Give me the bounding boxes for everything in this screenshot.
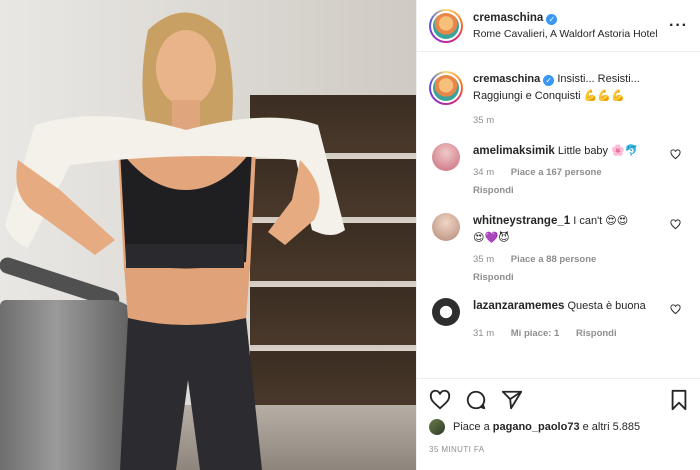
comment-age: 34 m	[473, 167, 495, 178]
likes-suffix[interactable]: e altri 5.885	[583, 421, 640, 433]
post-photo[interactable]	[0, 0, 416, 470]
comment-item: lazanzaramemes Questa è buona 31 m Mi pi…	[429, 298, 689, 342]
verified-icon: ✓	[546, 14, 558, 25]
comment-item: whitneystrange_1 I can't 😍😍 😍💜😈 35 m Pia…	[429, 213, 689, 286]
comment-text: Questa è buona	[567, 300, 646, 312]
liker-username[interactable]: pagano_paolo73	[493, 421, 580, 433]
heart-icon[interactable]	[429, 389, 451, 411]
comment-text: Little baby	[557, 145, 609, 157]
verified-icon: ✓	[543, 75, 555, 86]
post-timestamp: 35 MINUTI FA	[429, 445, 485, 454]
likes-prefix: Piace a	[453, 421, 490, 433]
comment-age: 31 m	[473, 328, 495, 339]
bicep-emoji: 💪💪💪	[583, 90, 625, 102]
comment-item: amelimaksimik Little baby 🌸🐬 34 m Piace …	[429, 143, 689, 199]
bookmark-icon[interactable]	[669, 389, 689, 411]
comment-username[interactable]: whitneystrange_1	[473, 215, 570, 227]
comments-list: cremaschina ✓ Insisti... Resisti... Raggi…	[417, 53, 700, 375]
reply-button[interactable]: Rispondi	[473, 185, 514, 196]
reply-button[interactable]: Rispondi	[473, 272, 514, 283]
comment-avatar[interactable]	[432, 213, 460, 241]
author-username[interactable]: cremaschina	[473, 12, 543, 24]
caption-avatar[interactable]	[429, 71, 463, 105]
purple-heart-emoji: 😍💜😈	[473, 232, 510, 244]
comment-avatar[interactable]	[432, 143, 460, 171]
heart-icon[interactable]	[670, 304, 681, 315]
share-icon[interactable]	[501, 389, 523, 411]
comment-likes[interactable]: Piace a 167 persone	[511, 167, 602, 178]
heart-icon[interactable]	[670, 219, 681, 230]
flower-emoji: 🌸🐬	[611, 145, 639, 157]
comment-likes[interactable]: Piace a 88 persone	[511, 254, 597, 265]
likes-summary: Piace a pagano_paolo73 e altri 5.885	[429, 419, 689, 435]
author-avatar[interactable]	[429, 8, 463, 43]
post-header: cremaschina ✓ Rome Cavalieri, A Waldorf A…	[417, 0, 700, 52]
comment-avatar[interactable]	[432, 298, 460, 326]
comment-age: 35 m	[473, 254, 495, 265]
comment-icon[interactable]	[465, 389, 487, 411]
caption-age: 35 m	[473, 115, 495, 126]
liker-avatar[interactable]	[429, 419, 445, 435]
comment-username[interactable]: lazanzaramemes	[473, 300, 564, 312]
more-icon[interactable]: ···	[669, 17, 688, 35]
post-location[interactable]: Rome Cavalieri, A Waldorf Astoria Hotel	[473, 26, 658, 42]
comment-username[interactable]: amelimaksimik	[473, 145, 555, 157]
comment-text: I can't	[573, 215, 603, 227]
person-figure	[5, 12, 345, 470]
post-caption: cremaschina ✓ Insisti... Resisti... Raggi…	[429, 53, 689, 129]
post-sidebar: cremaschina ✓ Rome Cavalieri, A Waldorf A…	[416, 0, 700, 470]
reply-button[interactable]: Rispondi	[576, 328, 617, 339]
heart-eyes-emoji: 😍😍	[605, 215, 629, 227]
post-actions: Piace a pagano_paolo73 e altri 5.885 35 …	[417, 378, 700, 454]
caption-username[interactable]: cremaschina	[473, 73, 540, 85]
heart-icon[interactable]	[670, 149, 681, 160]
comment-likes[interactable]: Mi piace: 1	[511, 328, 560, 339]
